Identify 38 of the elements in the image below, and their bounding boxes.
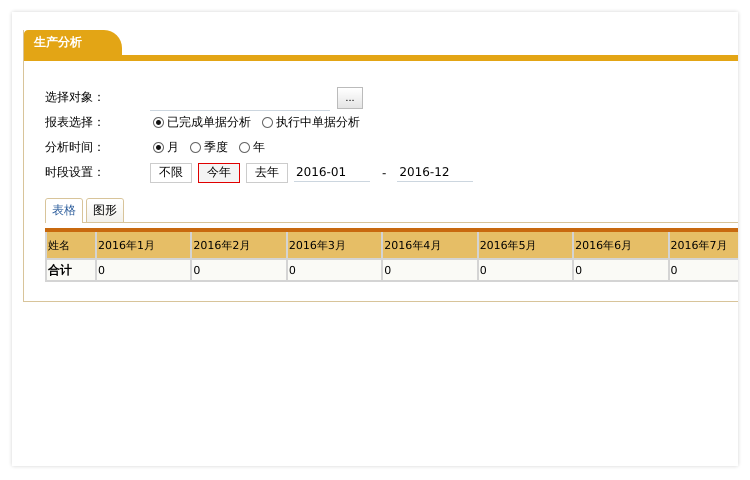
field-label: 报表选择： bbox=[45, 114, 106, 131]
panel-title: 生产分析 bbox=[24, 30, 122, 55]
radio-label: 月 bbox=[167, 139, 179, 156]
field-label: 选择对象： bbox=[45, 89, 106, 106]
column-header: 2016年3月 bbox=[286, 230, 382, 259]
column-header: 2016年4月 bbox=[382, 230, 478, 259]
field-label: 分析时间： bbox=[45, 139, 106, 156]
table-cell: 0 bbox=[191, 259, 287, 281]
column-header: 姓名 bbox=[46, 230, 96, 259]
range-separator: - bbox=[382, 166, 386, 180]
table-cell: 合计 bbox=[46, 259, 96, 281]
radio-label: 季度 bbox=[204, 139, 228, 156]
table-cell: 0 bbox=[382, 259, 478, 281]
radio-label: 年 bbox=[253, 139, 265, 156]
table-cell: 0 bbox=[478, 259, 574, 281]
table-cell: 0 bbox=[668, 259, 738, 281]
table-cell: 0 bbox=[286, 259, 382, 281]
preset-button[interactable]: 不限 bbox=[150, 162, 192, 182]
table-cell: 0 bbox=[96, 259, 192, 281]
table-cell: 0 bbox=[573, 259, 669, 281]
radio-button[interactable] bbox=[262, 117, 273, 128]
preset-button[interactable]: 去年 bbox=[246, 162, 288, 182]
radio-button[interactable] bbox=[153, 117, 164, 128]
tab[interactable]: 表格 bbox=[45, 198, 83, 223]
radio-label: 已完成单据分析 bbox=[167, 114, 251, 131]
preset-button[interactable]: 今年 bbox=[198, 162, 240, 182]
column-header: 2016年1月 bbox=[96, 230, 192, 259]
browse-button[interactable]: ... bbox=[337, 86, 363, 108]
tab[interactable]: 图形 bbox=[86, 198, 124, 222]
column-header: 2016年7月 bbox=[668, 230, 738, 259]
column-header: 2016年5月 bbox=[478, 230, 574, 259]
field-label: 时段设置： bbox=[45, 164, 106, 181]
radio-button[interactable] bbox=[239, 142, 250, 153]
column-header: 2016年2月 bbox=[191, 230, 287, 259]
radio-label: 执行中单据分析 bbox=[276, 114, 360, 131]
radio-button[interactable] bbox=[190, 142, 201, 153]
radio-button[interactable] bbox=[153, 142, 164, 153]
column-header: 2016年6月 bbox=[573, 230, 669, 259]
